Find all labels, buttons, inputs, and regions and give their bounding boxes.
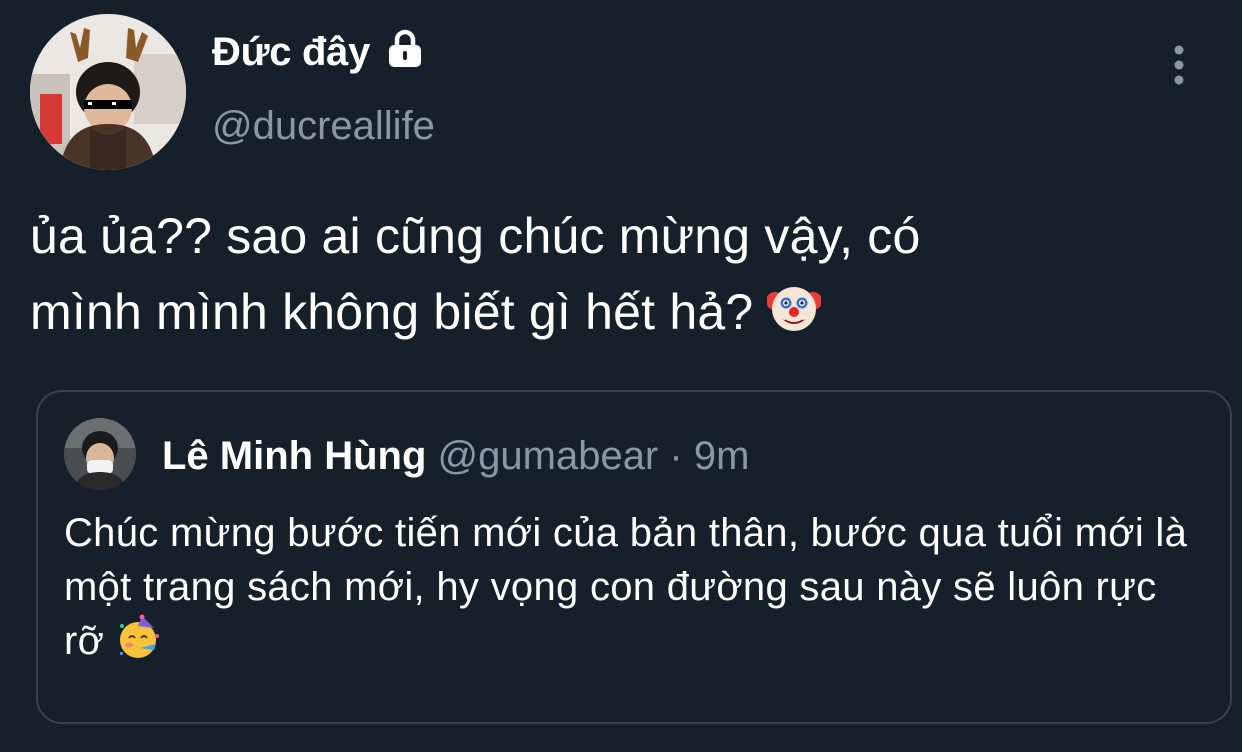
quoted-author-avatar-image bbox=[64, 418, 136, 490]
quoted-display-name[interactable]: Lê Minh Hùng bbox=[162, 434, 426, 478]
author-handle[interactable]: @ducreallife bbox=[212, 104, 435, 149]
quoted-timestamp[interactable]: 9m bbox=[694, 434, 750, 478]
author-avatar[interactable] bbox=[30, 14, 186, 170]
quoted-text: Chúc mừng bước tiến mới của bản thân, bư… bbox=[64, 506, 1204, 674]
author-name-row: Đức đây bbox=[212, 28, 425, 75]
quoted-header: Lê Minh Hùng @gumabear · 9m bbox=[162, 430, 749, 482]
author-avatar-image bbox=[30, 14, 186, 170]
quoted-tweet-card[interactable]: Lê Minh Hùng @gumabear · 9m Chúc mừng bư… bbox=[36, 390, 1232, 724]
author-display-name[interactable]: Đức đây bbox=[212, 30, 370, 75]
quoted-text-content: Chúc mừng bước tiến mới của bản thân, bư… bbox=[64, 511, 1188, 663]
lock-icon bbox=[385, 28, 425, 73]
quoted-author-avatar[interactable] bbox=[64, 418, 136, 490]
more-vertical-icon[interactable] bbox=[1166, 44, 1192, 86]
clown-face-emoji bbox=[766, 280, 823, 356]
quoted-separator: · bbox=[669, 434, 683, 478]
quoted-handle[interactable]: @gumabear bbox=[438, 434, 659, 478]
tweet-text: ủa ủa?? sao ai cũng chúc mừng vậy, có mì… bbox=[30, 198, 1210, 356]
partying-face-emoji bbox=[116, 614, 162, 674]
tweet: Đức đây @ducreallife ủa ủa?? sao ai cũng… bbox=[0, 0, 1242, 752]
